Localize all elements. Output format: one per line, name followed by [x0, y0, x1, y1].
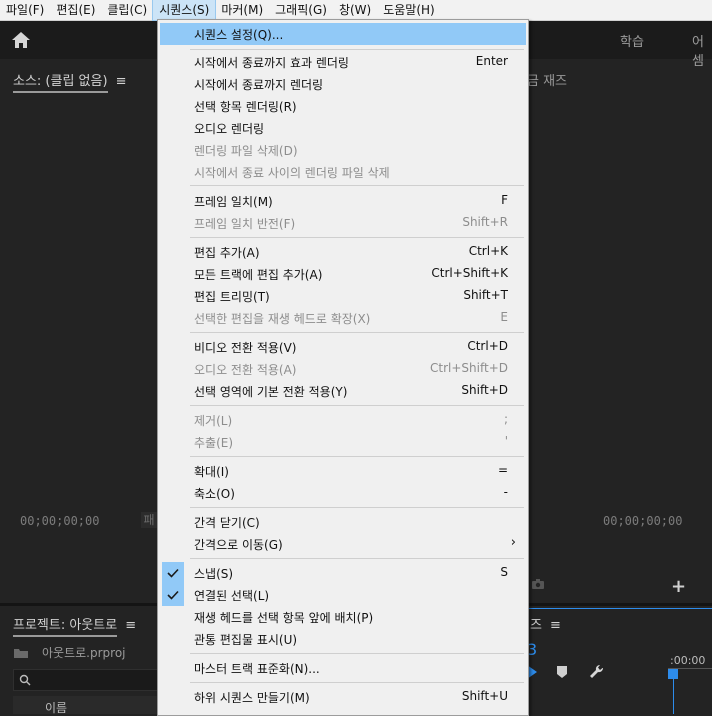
workspace-tab-assembly[interactable]: 어셈: [692, 31, 712, 69]
menu-item-extract: 추출(E) ': [194, 434, 508, 450]
menu-item-sequence-settings[interactable]: 시퀀스 설정(Q)...: [160, 23, 526, 45]
menu-item-show-through-edits[interactable]: 관통 편집물 표시(U): [160, 628, 526, 650]
menu-item-snap[interactable]: 스냅(S) S: [160, 562, 526, 584]
menu-item-add-edit[interactable]: 편집 추가(A) Ctrl+K: [160, 241, 526, 263]
menu-item-extend-edit-to-playhead: 선택한 편집을 재생 헤드로 확장(X) E: [194, 310, 508, 326]
bin-folder-icon: [13, 647, 29, 662]
source-partial-control: 패: [141, 512, 157, 528]
playhead-icon[interactable]: [668, 669, 678, 679]
menu-item-lift: 제거(L) ;: [194, 412, 508, 428]
menu-item-normalize-master-track[interactable]: 마스터 트랙 표준화(N)...: [160, 657, 526, 679]
panel-menu-icon[interactable]: ≡: [550, 618, 561, 633]
menu-item-zoom-in[interactable]: 확대(I) =: [160, 460, 526, 482]
menu-edit[interactable]: 편집(E): [50, 0, 101, 20]
program-timecode[interactable]: 00;00;00;00: [603, 514, 682, 528]
add-button-icon[interactable]: +: [671, 576, 686, 597]
menu-item-delete-render-files-in-to-out: 시작에서 종료 사이의 렌더링 파일 삭제: [194, 166, 390, 180]
menu-bar: 파일(F) 편집(E) 클립(C) 시퀀스(S) 마커(M) 그래픽(G) 창(…: [0, 0, 712, 21]
menu-marker[interactable]: 마커(M): [215, 0, 269, 20]
menu-separator: [190, 405, 524, 406]
menu-separator: [190, 558, 524, 559]
timeline-accent-line: [527, 608, 712, 609]
menu-graphics[interactable]: 그래픽(G): [269, 0, 333, 20]
panel-menu-icon[interactable]: ≡: [125, 618, 136, 633]
menu-item-trim-edit[interactable]: 편집 트리밍(T) Shift+T: [160, 285, 526, 307]
menu-item-make-subsequence[interactable]: 하위 시퀀스 만들기(M) Shift+U: [160, 686, 526, 708]
menu-item-go-to-gap[interactable]: 간격으로 이동(G) ›: [160, 533, 526, 555]
workspace-tab-learn[interactable]: 학습: [620, 31, 644, 50]
menu-help[interactable]: 도움말(H): [377, 0, 441, 20]
menu-item-render-in-to-out[interactable]: 시작에서 종료까지 렌더링: [160, 73, 526, 95]
menu-separator: [190, 185, 524, 186]
menu-separator: [190, 49, 524, 50]
menu-clip[interactable]: 클립(C): [101, 0, 153, 20]
menu-file[interactable]: 파일(F): [0, 0, 50, 20]
project-file-name: 아웃트로.prproj: [42, 646, 126, 660]
playhead-line: [673, 679, 674, 714]
menu-separator: [190, 653, 524, 654]
sequence-dropdown-menu: 시퀀스 설정(Q)... 시작에서 종료까지 효과 렌더링 Enter 시작에서…: [157, 19, 529, 716]
menu-item-render-effects-in-to-out[interactable]: 시작에서 종료까지 효과 렌더링 Enter: [160, 51, 526, 73]
menu-item-apply-video-transition[interactable]: 비디오 전환 적용(V) Ctrl+D: [160, 336, 526, 358]
menu-item-zoom-out[interactable]: 축소(O) -: [160, 482, 526, 504]
menu-item-linked-selection[interactable]: 연결된 선택(L): [160, 584, 526, 606]
menu-item-selection-follows-playhead[interactable]: 재생 헤드를 선택 항목 앞에 배치(P): [160, 606, 526, 628]
timeline-ruler-label: :00:00: [670, 654, 706, 667]
menu-item-apply-audio-transition: 오디오 전환 적용(A) Ctrl+Shift+D: [194, 361, 508, 377]
marker-icon[interactable]: [557, 666, 567, 681]
menu-separator: [190, 456, 524, 457]
menu-separator: [190, 507, 524, 508]
menu-separator: [190, 682, 524, 683]
checkmark-icon: [162, 562, 184, 584]
menu-item-close-gap[interactable]: 간격 닫기(C): [160, 511, 526, 533]
camera-icon[interactable]: [531, 578, 545, 593]
column-name-label[interactable]: 이름: [45, 699, 67, 716]
menu-item-render-selection[interactable]: 선택 항목 렌더링(R): [160, 95, 526, 117]
project-search-field[interactable]: [13, 669, 159, 691]
menu-separator: [190, 237, 524, 238]
menu-item-apply-default-transitions[interactable]: 선택 영역에 기본 전환 적용(Y) Shift+D: [160, 380, 526, 402]
search-icon: [19, 674, 31, 686]
source-panel-title[interactable]: 소스: (클립 없음) ≡: [13, 70, 127, 93]
menu-item-reverse-match-frame: 프레임 일치 반전(F) Shift+R: [194, 215, 508, 231]
project-column-header: 이름: [13, 696, 157, 716]
menu-separator: [190, 332, 524, 333]
menu-item-delete-render-files: 렌더링 파일 삭제(D): [194, 144, 298, 158]
menu-item-match-frame[interactable]: 프레임 일치(M) F: [160, 190, 526, 212]
menu-item-add-edit-all-tracks[interactable]: 모든 트랙에 편집 추가(A) Ctrl+Shift+K: [160, 263, 526, 285]
panel-menu-icon[interactable]: ≡: [116, 74, 127, 89]
project-panel-title[interactable]: 프로젝트: 아웃트로 ≡: [13, 614, 136, 637]
timeline-panel-title[interactable]: 즈 ≡: [530, 614, 561, 633]
checkmark-icon: [162, 584, 184, 606]
menu-sequence[interactable]: 시퀀스(S): [152, 0, 217, 21]
menu-window[interactable]: 창(W): [333, 0, 377, 20]
program-panel-title[interactable]: 금 재즈: [527, 70, 567, 89]
home-icon[interactable]: [10, 30, 32, 50]
menu-item-render-audio[interactable]: 오디오 렌더링: [160, 117, 526, 139]
source-timecode[interactable]: 00;00;00;00: [20, 514, 99, 528]
submenu-arrow-icon: ›: [510, 535, 516, 550]
wrench-icon[interactable]: [589, 664, 605, 683]
